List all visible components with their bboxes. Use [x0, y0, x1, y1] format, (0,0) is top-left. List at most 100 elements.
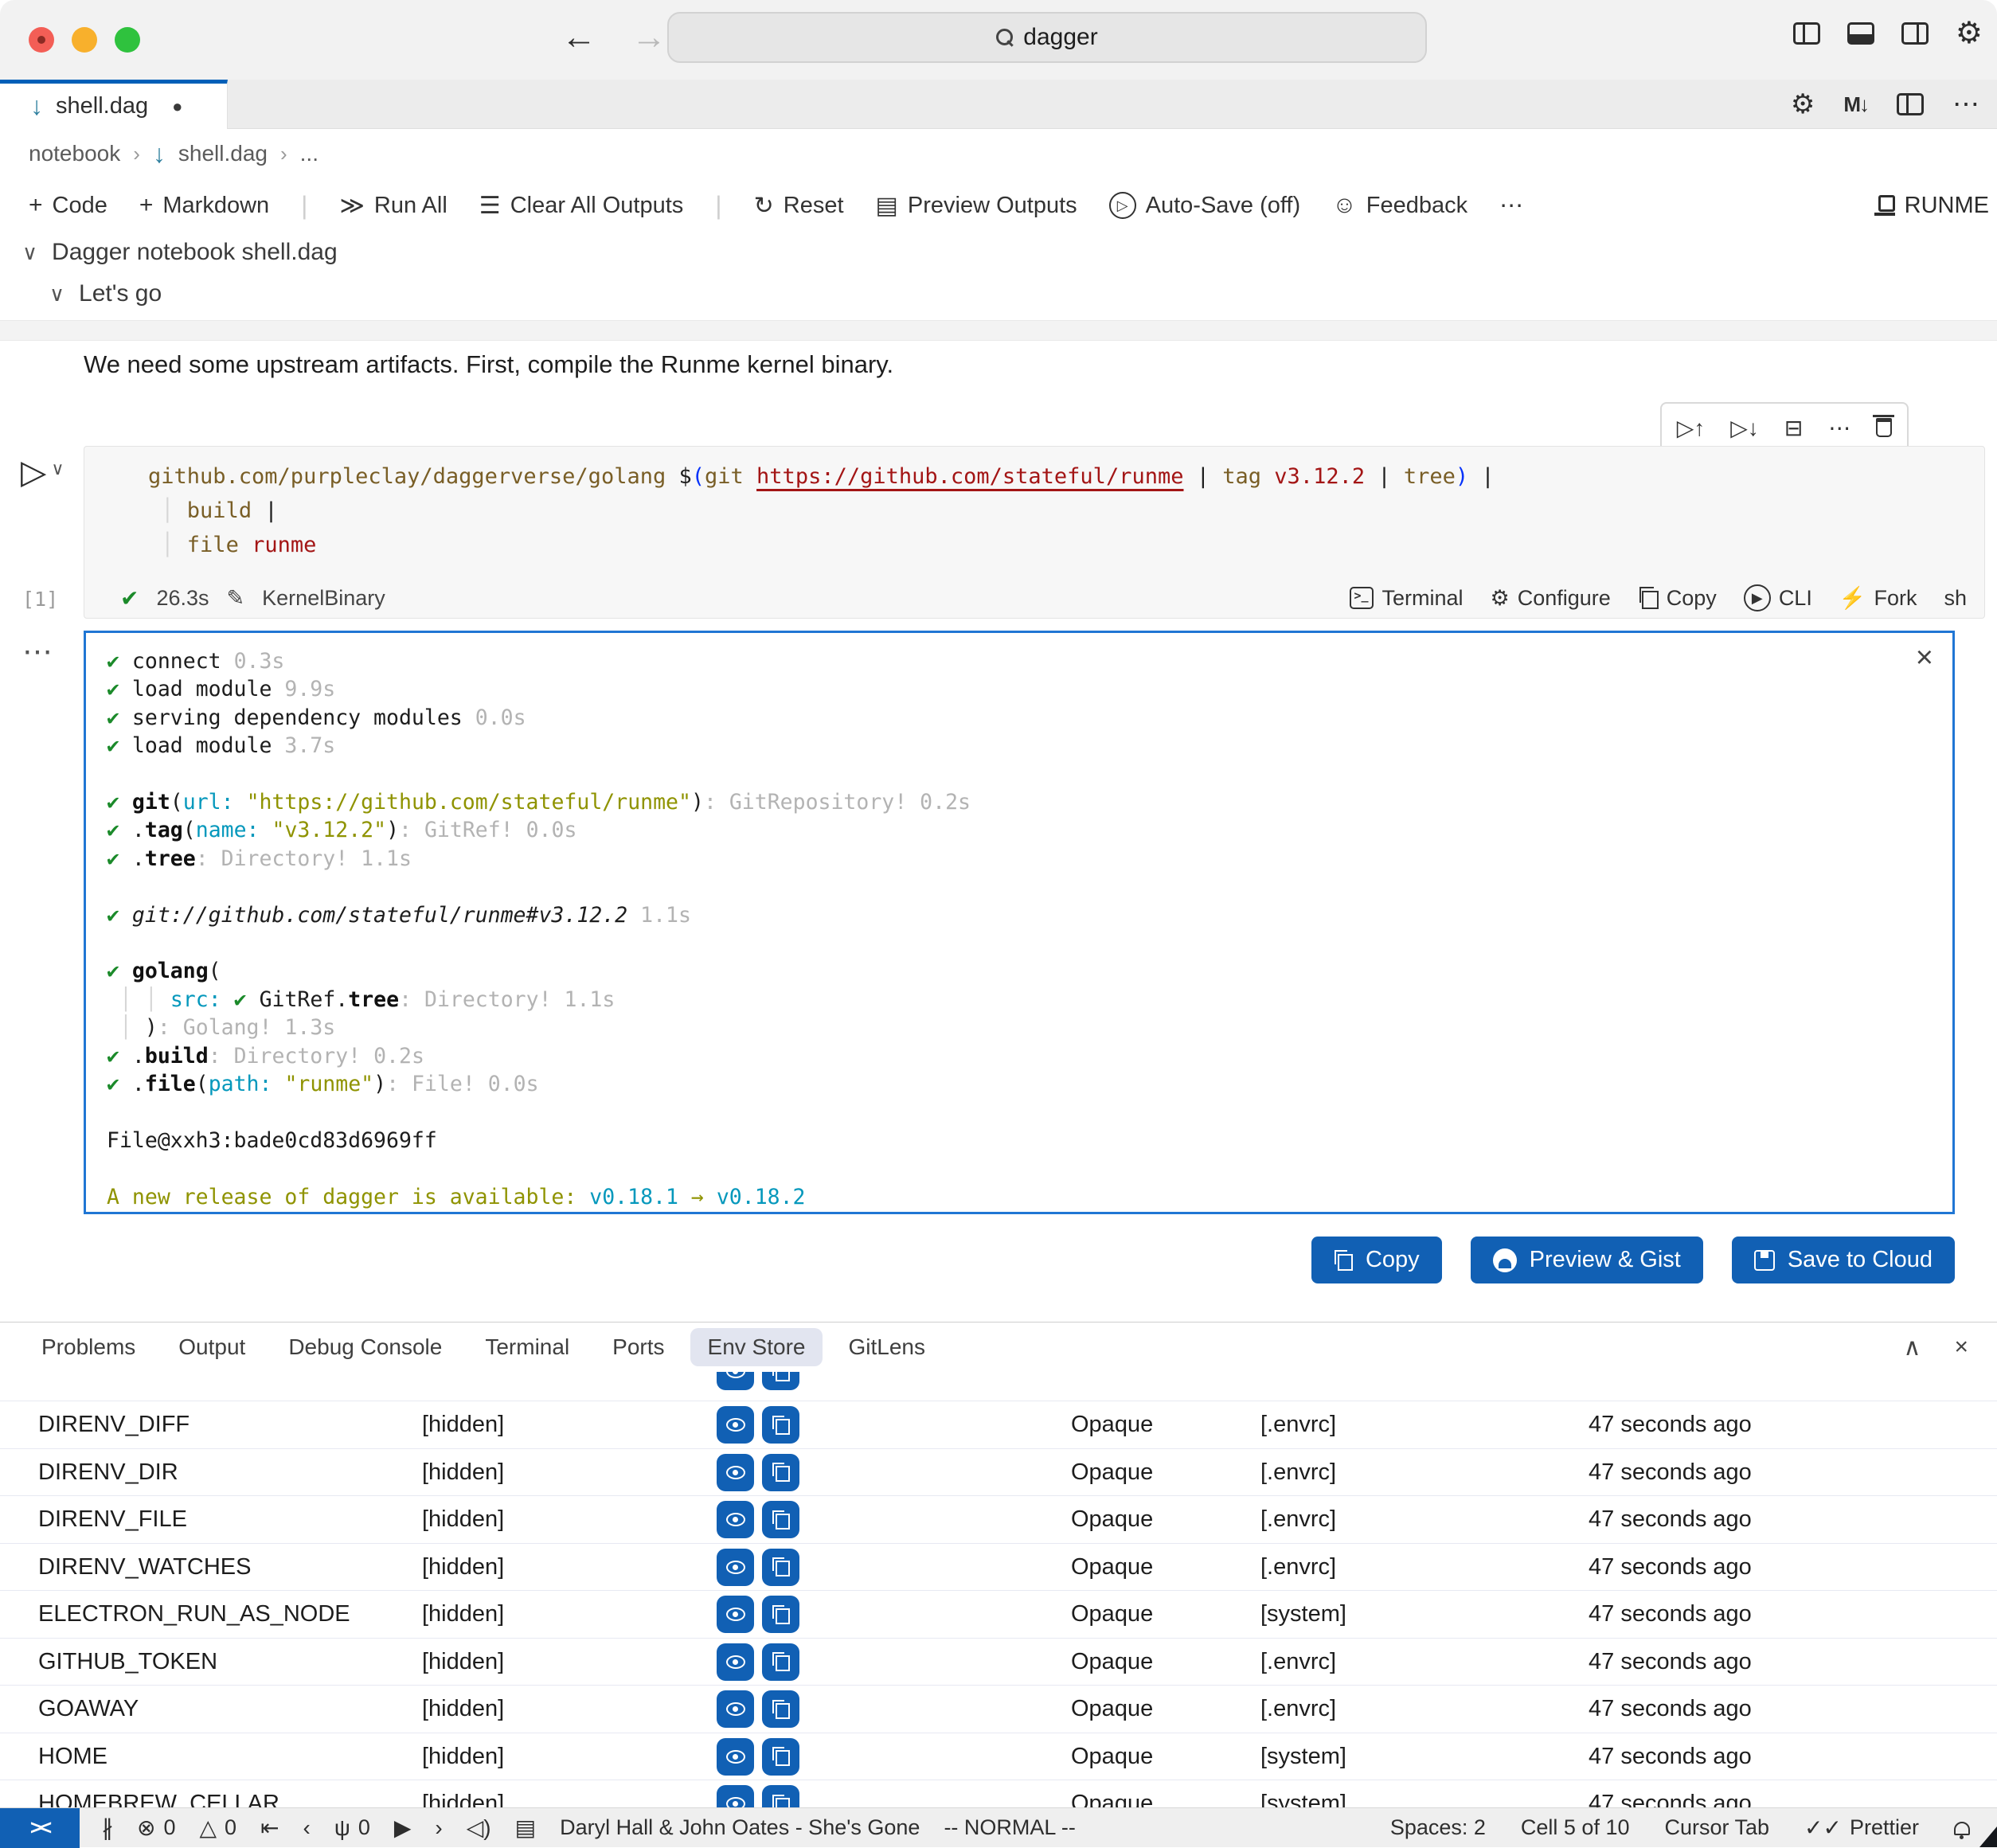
copy-value-button[interactable] — [762, 1738, 799, 1776]
statusbar-daryl-hall-john-oates-she-s-gone[interactable]: Daryl Hall & John Oates - She's Gone — [560, 1815, 920, 1840]
statusbar-chevron-left[interactable]: ‹ — [303, 1815, 311, 1841]
statusbar--normal-[interactable]: -- NORMAL -- — [944, 1815, 1075, 1840]
save-to-cloud-button[interactable]: Save to Cloud — [1732, 1237, 1955, 1283]
statusbar-speaker[interactable]: ◁) — [467, 1815, 491, 1841]
cell-name[interactable]: KernelBinary — [262, 586, 385, 611]
statusbar-0[interactable]: ⊗0 — [137, 1815, 176, 1841]
statusbar-0[interactable]: △0 — [200, 1815, 237, 1841]
panel-tab-problems[interactable]: Problems — [24, 1328, 153, 1366]
notebook-subsection-header[interactable]: ∨ Let's go — [49, 280, 162, 307]
split-cell-button[interactable]: ⊟ — [1784, 415, 1803, 441]
settings-gear-icon[interactable]: ⚙ — [1956, 22, 1983, 45]
copy-value-button[interactable] — [762, 1690, 799, 1728]
statusbar-door-exit[interactable]: ⇤ — [260, 1815, 279, 1841]
run-below-button[interactable]: ▷↓ — [1730, 415, 1759, 441]
history-forward-button[interactable]: → — [631, 18, 666, 57]
collapse-panel-icon[interactable]: ∧ — [1904, 1334, 1921, 1362]
more-button[interactable]: ⋯ — [1828, 415, 1850, 441]
statusbar-sliders[interactable]: ∦ — [102, 1815, 113, 1841]
copy-value-button[interactable] — [762, 1596, 799, 1633]
maximize-window-button[interactable] — [115, 27, 140, 53]
statusbar-chevron-right[interactable]: › — [435, 1815, 442, 1841]
statusbar-cursor-tab[interactable]: Cursor Tab — [1664, 1815, 1769, 1840]
history-back-button[interactable]: ← — [561, 18, 596, 57]
statusbar-0[interactable]: ψ0 — [334, 1815, 370, 1841]
toggle-left-panel-icon[interactable] — [1793, 22, 1820, 45]
code-editor[interactable]: github.com/purpleclay/daggerverse/golang… — [84, 447, 1984, 562]
reveal-value-button[interactable] — [717, 1501, 754, 1538]
copy-value-button[interactable] — [762, 1785, 799, 1807]
reveal-value-button[interactable] — [717, 1406, 754, 1444]
toolbar-markdown-button[interactable]: +Markdown — [139, 192, 269, 219]
split-editor-icon[interactable] — [1897, 93, 1924, 115]
run-cell-button[interactable]: ▷ — [21, 452, 46, 491]
cell-action-configure-button[interactable]: ⚙Configure — [1490, 586, 1610, 611]
notebook-section-header[interactable]: ∨ Dagger notebook shell.dag — [22, 239, 338, 266]
more-actions-icon[interactable]: ⋯ — [1952, 88, 1979, 120]
run-options-chevron-icon[interactable]: ∨ — [51, 459, 64, 479]
reveal-value-button[interactable] — [717, 1596, 754, 1633]
statusbar-spaces-2[interactable]: Spaces: 2 — [1390, 1815, 1486, 1840]
toolbar-more-button[interactable]: ⋯ — [1499, 192, 1523, 220]
toolbar-run-all-button[interactable]: ≫Run All — [339, 192, 447, 220]
statusbar-prettier[interactable]: ✓✓Prettier — [1804, 1815, 1919, 1841]
breadcrumb-more[interactable]: ... — [300, 141, 319, 166]
statusbar-reader[interactable]: ▤ — [515, 1815, 536, 1841]
env-row-direnv_file[interactable]: DIRENV_FILE[hidden]Opaque[.envrc]47 seco… — [0, 1495, 1997, 1543]
close-output-icon[interactable]: × — [1916, 641, 1933, 675]
copy-value-button[interactable] — [762, 1406, 799, 1444]
toolbar-clear-all-outputs-button[interactable]: ☰Clear All Outputs — [479, 192, 684, 220]
cell-action-copy-button[interactable]: Copy — [1638, 586, 1717, 611]
env-row-goaway[interactable]: GOAWAY[hidden]Opaque[.envrc]47 seconds a… — [0, 1685, 1997, 1733]
toolbar-reset-button[interactable]: ↻Reset — [754, 192, 844, 220]
cell-action-terminal-button[interactable]: Terminal — [1350, 586, 1463, 611]
env-row-direnv_dir[interactable]: DIRENV_DIR[hidden]Opaque[.envrc]47 secon… — [0, 1448, 1997, 1496]
copy-value-button[interactable] — [762, 1549, 799, 1586]
delete-button[interactable] — [1876, 418, 1892, 437]
copy-value-button[interactable] — [762, 1372, 799, 1390]
env-row-direnv_watches[interactable]: DIRENV_WATCHES[hidden]Opaque[.envrc]47 s… — [0, 1543, 1997, 1591]
output-menu-icon[interactable]: ⋯ — [22, 634, 53, 670]
panel-tab-debug-console[interactable]: Debug Console — [271, 1328, 459, 1366]
statusbar-play[interactable]: ▶ — [394, 1815, 412, 1841]
toolbar-code-button[interactable]: +Code — [29, 192, 107, 219]
reveal-value-button[interactable] — [717, 1738, 754, 1776]
toggle-bottom-panel-icon[interactable] — [1847, 22, 1874, 45]
reveal-value-button[interactable] — [717, 1549, 754, 1586]
cell-action-sh-button[interactable]: sh — [1944, 586, 1967, 611]
panel-tab-terminal[interactable]: Terminal — [467, 1328, 587, 1366]
remote-indicator[interactable]: >< — [0, 1808, 80, 1848]
panel-tab-ports[interactable]: Ports — [595, 1328, 682, 1366]
run-above-button[interactable]: ▷↑ — [1677, 415, 1706, 441]
reveal-value-button[interactable] — [717, 1785, 754, 1807]
reveal-value-button[interactable] — [717, 1372, 754, 1390]
panel-tab-env-store[interactable]: Env Store — [690, 1328, 823, 1366]
reveal-value-button[interactable] — [717, 1643, 754, 1681]
settings-gear-icon[interactable]: ⚙ — [1791, 93, 1815, 115]
toolbar-feedback-button[interactable]: ☺Feedback — [1332, 192, 1467, 219]
copy-value-button[interactable] — [762, 1501, 799, 1538]
panel-tab-gitlens[interactable]: GitLens — [830, 1328, 943, 1366]
statusbar-cell-5-of-10[interactable]: Cell 5 of 10 — [1521, 1815, 1630, 1840]
env-row-github_token[interactable]: GITHUB_TOKEN[hidden]Opaque[.envrc]47 sec… — [0, 1638, 1997, 1686]
markdown-download-icon[interactable]: M↓ — [1843, 92, 1868, 117]
env-row-home[interactable]: HOME[hidden]Opaque[system]47 seconds ago — [0, 1733, 1997, 1780]
cell-action-cli-button[interactable]: ▶CLI — [1744, 584, 1812, 611]
statusbar-bell[interactable] — [1954, 1820, 1970, 1835]
close-window-button[interactable] — [29, 27, 54, 53]
command-center-search[interactable]: dagger — [667, 12, 1427, 63]
copy-button[interactable]: Copy — [1311, 1237, 1442, 1283]
toolbar-auto-save-off--button[interactable]: ▷Auto-Save (off) — [1109, 192, 1301, 219]
tab-shell-dag[interactable]: ↓ shell.dag ● — [0, 80, 228, 129]
runme-brand[interactable]: RUNME — [1874, 193, 1989, 219]
breadcrumb-file[interactable]: shell.dag — [178, 141, 268, 166]
reveal-value-button[interactable] — [717, 1690, 754, 1728]
env-row-direnv_diff[interactable]: DIRENV_DIFF[hidden]Opaque[.envrc]47 seco… — [0, 1401, 1997, 1448]
minimize-window-button[interactable] — [72, 27, 97, 53]
cell-action-fork-button[interactable]: ⚡Fork — [1839, 585, 1917, 611]
preview-gist-button[interactable]: Preview & Gist — [1471, 1237, 1703, 1283]
env-row-electron_run_as_node[interactable]: ELECTRON_RUN_AS_NODE[hidden]Opaque[syste… — [0, 1590, 1997, 1638]
toggle-right-panel-icon[interactable] — [1901, 22, 1929, 45]
reveal-value-button[interactable] — [717, 1454, 754, 1491]
breadcrumb-root[interactable]: notebook — [29, 141, 120, 166]
